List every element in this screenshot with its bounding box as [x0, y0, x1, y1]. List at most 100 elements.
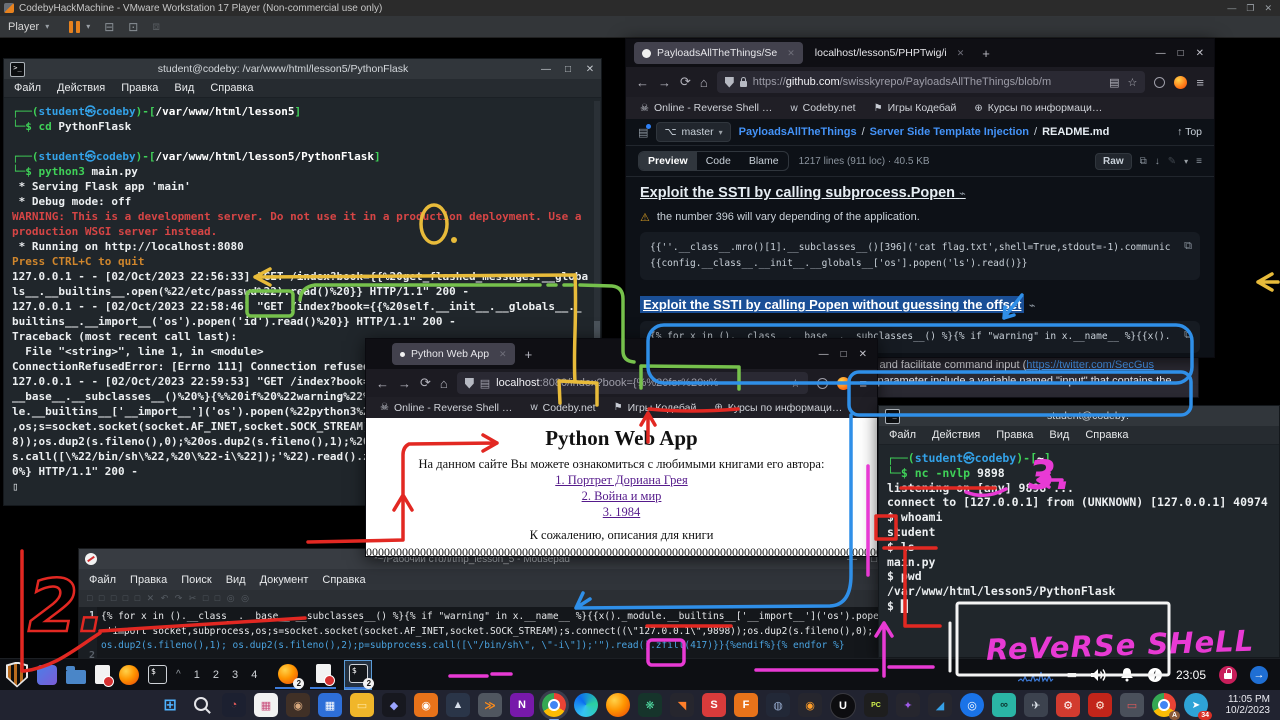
text-editor-icon[interactable]	[95, 665, 110, 684]
windows-clock[interactable]: 11:05 PM 10/2/2023	[1226, 694, 1271, 716]
pocket-icon[interactable]	[1154, 77, 1165, 88]
menu-item[interactable]: Вид	[226, 574, 246, 586]
gear-app-icon-2[interactable]: ⚙	[1088, 693, 1112, 717]
terminal-output[interactable]: ┌──(student㉿codeby)-[~] └─$ nc -nvlp 989…	[879, 445, 1279, 620]
vmware-workstation-icon[interactable]: ≫	[478, 693, 502, 717]
3d-viewer-icon[interactable]: ▲	[446, 693, 470, 717]
bookmark-reverse-shell[interactable]: ☠ Online - Reverse Shell …	[380, 402, 512, 414]
edge-icon[interactable]	[574, 693, 598, 717]
bootcamp-app-icon[interactable]: ▭	[1120, 693, 1144, 717]
file-explorer-icon[interactable]: ▭	[350, 693, 374, 717]
menu-item[interactable]: Действия	[932, 429, 980, 441]
menu-item[interactable]: Правка	[130, 574, 167, 586]
bookmark-games[interactable]: ⚑ Игры Кодебай	[614, 402, 697, 414]
copy-icon[interactable]: ⧉	[1184, 327, 1192, 343]
reader-view-icon[interactable]: ▤	[1109, 76, 1119, 89]
back-to-top-link[interactable]: ↑ Top	[1177, 126, 1202, 138]
bookmark-courses[interactable]: ⊕ Курсы по информаци…	[974, 102, 1102, 114]
terminal-launcher-icon[interactable]: $	[148, 665, 167, 684]
green-app-icon[interactable]: ❋	[638, 693, 662, 717]
updates-tray-icon[interactable]: →	[1250, 666, 1268, 684]
editor-area[interactable]: 1 2 {% for x in ().__class__.__base__.__…	[79, 607, 885, 659]
anchor-link-icon[interactable]: ⌁	[1029, 300, 1036, 312]
reload-button[interactable]: ⟳	[420, 375, 431, 391]
vmware-close-button[interactable]: ✕	[1264, 3, 1272, 14]
maximize-button[interactable]: □	[841, 349, 847, 360]
kali-menu-icon[interactable]	[6, 662, 28, 688]
payload-text[interactable]: {% for x in ().__class__.__base__.__subc…	[97, 607, 885, 659]
close-tab-icon[interactable]: ✕	[499, 349, 507, 360]
chevron-up-icon[interactable]: ^	[176, 669, 181, 680]
app-grid-icon[interactable]: ▦	[254, 693, 278, 717]
bookmark-courses[interactable]: ⊕ Курсы по информаци…	[714, 402, 842, 414]
onenote-icon[interactable]: N	[510, 693, 534, 717]
tab-localhost-phptwig[interactable]: localhost/lesson5/PHPTwig/i✕	[807, 42, 972, 64]
code-tab[interactable]: Code	[697, 152, 740, 170]
raw-button[interactable]: Raw	[1095, 153, 1132, 170]
vmware-maximize-button[interactable]: ❐	[1246, 3, 1254, 14]
calendar-icon[interactable]: ▦	[318, 693, 342, 717]
ctrl-alt-del-button[interactable]: ⊟	[104, 20, 114, 34]
chevron-down-icon[interactable]: ▾	[1184, 157, 1188, 166]
bookmark-games[interactable]: ⚑ Игры Кодебай	[874, 102, 957, 114]
chrome-profile-icon[interactable]: A	[1152, 693, 1176, 717]
gear-app-icon[interactable]: ⚙	[1056, 693, 1080, 717]
menu-item[interactable]: Файл	[889, 429, 916, 441]
workspace-switcher[interactable]: 1 2 3 4	[194, 669, 263, 681]
forward-button[interactable]: →	[398, 376, 411, 391]
fullscreen-button[interactable]: ⊡	[128, 20, 138, 34]
repo-link[interactable]: PayloadsAllTheThings	[739, 126, 857, 138]
hamburger-menu-icon[interactable]: ≡	[859, 376, 867, 391]
maximize-button[interactable]: □	[557, 64, 579, 75]
close-tab-icon[interactable]: ✕	[957, 48, 965, 59]
start-button[interactable]: ⊞	[158, 693, 182, 717]
folder-link[interactable]: Server Side Template Injection	[870, 126, 1029, 138]
bookmark-star-icon[interactable]: ☆	[1128, 76, 1138, 89]
new-tab-button[interactable]: +	[982, 46, 990, 61]
teal-app-icon[interactable]: ∞	[992, 693, 1016, 717]
twitter-link[interactable]: https://twitter.com/SecGus	[1026, 359, 1154, 371]
speedtest-icon[interactable]: ◔	[222, 693, 246, 717]
hamburger-menu-icon[interactable]: ≡	[1196, 75, 1204, 90]
window-tray-icon[interactable]: ▭	[1067, 668, 1077, 681]
minimize-button[interactable]: —	[535, 64, 557, 75]
menu-item[interactable]: Документ	[260, 574, 309, 586]
tab-payloadsallthethings[interactable]: PayloadsAllTheThings/Se✕	[634, 42, 803, 64]
bookmark-codeby[interactable]: w Codeby.net	[790, 102, 855, 114]
back-button[interactable]: ←	[376, 376, 389, 391]
file-manager-icon[interactable]	[66, 670, 86, 684]
window-titlebar[interactable]: >_ student@codeby: ~	[879, 406, 1279, 426]
close-button[interactable]: ✕	[859, 349, 867, 360]
vmware-minimize-button[interactable]: —	[1227, 3, 1236, 14]
minimize-button[interactable]: —	[1156, 48, 1166, 59]
outline-icon[interactable]: ≡	[1196, 156, 1202, 167]
chrome-icon[interactable]	[542, 693, 566, 717]
menu-item[interactable]: Файл	[14, 82, 41, 94]
book-link[interactable]: 2. Война и мир	[366, 488, 877, 504]
menu-item[interactable]: Справка	[1085, 429, 1128, 441]
close-button[interactable]: ✕	[579, 64, 601, 75]
camera-app-icon[interactable]: ◉	[414, 693, 438, 717]
preview-tab[interactable]: Preview	[639, 152, 697, 170]
sphere-app-icon[interactable]: ◍	[766, 693, 790, 717]
book-link[interactable]: 3. 1984	[366, 504, 877, 520]
running-firefox-button[interactable]: 2	[275, 661, 301, 689]
back-button[interactable]: ←	[636, 75, 649, 90]
unreal-engine-icon[interactable]: U	[830, 693, 856, 719]
screen-lock-icon[interactable]	[1219, 666, 1237, 684]
running-terminal-button[interactable]: $2	[345, 661, 371, 689]
menu-item[interactable]: Справка	[210, 82, 253, 94]
display-settings-icon[interactable]	[37, 665, 57, 685]
sharex-icon[interactable]: S	[702, 693, 726, 717]
menu-item[interactable]: Справка	[322, 574, 365, 586]
menu-item[interactable]: Действия	[57, 82, 105, 94]
maximize-button[interactable]: □	[1178, 48, 1184, 59]
firefox-account-icon[interactable]	[1174, 76, 1187, 89]
power-manager-icon[interactable]	[1147, 667, 1163, 683]
firefox-icon[interactable]	[606, 693, 630, 717]
menu-item[interactable]: Вид	[1049, 429, 1069, 441]
vscode-icon[interactable]: ◢	[928, 693, 952, 717]
notes-app-icon[interactable]: ◆	[382, 693, 406, 717]
window-titlebar[interactable]: >_ student@codeby: /var/www/html/lesson5…	[4, 59, 601, 79]
player-menu-button[interactable]: Player	[8, 21, 39, 33]
